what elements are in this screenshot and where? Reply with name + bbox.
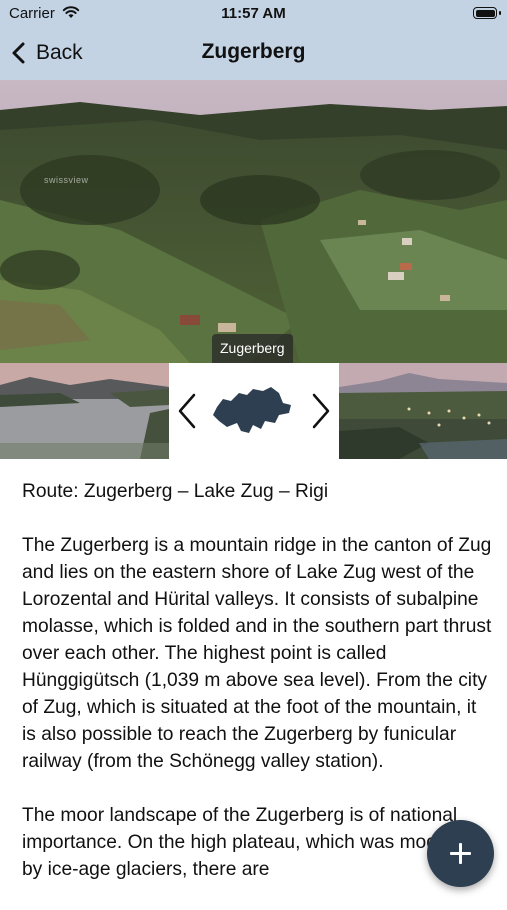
gallery-navigator bbox=[169, 363, 339, 459]
battery-icon bbox=[473, 7, 497, 19]
thumbnail-lake-left[interactable] bbox=[0, 363, 169, 459]
description-paragraph: The moor landscape of the Zugerberg is o… bbox=[22, 805, 474, 880]
navigation-bar: Back Zugerberg bbox=[0, 28, 507, 80]
battery-tip bbox=[499, 11, 501, 15]
status-bar: Carrier 11:57 AM bbox=[0, 0, 507, 28]
hero-caption: Zugerberg bbox=[212, 334, 293, 363]
town-thumbnail-image bbox=[339, 363, 507, 459]
hero-image[interactable]: swissview bbox=[0, 80, 507, 363]
chevron-right-icon[interactable] bbox=[309, 391, 333, 431]
description-text: Route: Zugerberg – Lake Zug – Rigi The Z… bbox=[22, 478, 492, 910]
gallery-strip bbox=[0, 363, 507, 459]
status-time: 11:57 AM bbox=[221, 5, 286, 22]
plus-icon-vertical bbox=[459, 843, 462, 864]
chevron-left-icon[interactable] bbox=[175, 391, 199, 431]
add-button[interactable] bbox=[427, 820, 494, 887]
page-title: Zugerberg bbox=[201, 40, 306, 63]
route-text: Route: Zugerberg – Lake Zug – Rigi bbox=[22, 481, 329, 502]
hero-landscape-image bbox=[0, 80, 507, 363]
description-paragraph: The Zugerberg is a mountain ridge in the… bbox=[22, 535, 492, 772]
hero-watermark: swissview bbox=[44, 175, 89, 185]
thumbnail-lake-right[interactable] bbox=[339, 363, 507, 459]
lake-thumbnail-image bbox=[0, 363, 169, 459]
switzerland-map-icon bbox=[213, 387, 291, 433]
